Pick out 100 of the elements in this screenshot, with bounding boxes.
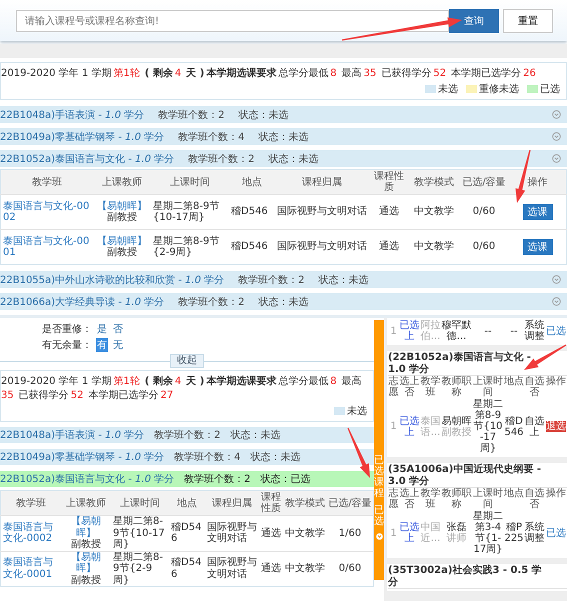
column-header: 课程性质: [259, 490, 283, 516]
course-title: 22B1049a)零基础学钢琴 - 1.0 学分: [0, 130, 164, 144]
teacher-title: 副教授: [71, 574, 101, 586]
collapse-icon[interactable]: [552, 275, 561, 284]
info-text: 35: [1, 390, 14, 401]
collapse-icon[interactable]: [552, 110, 561, 119]
class-count: 教学班个数：2: [184, 472, 250, 486]
course-header[interactable]: 22B1049a)零基础学钢琴 - 1.0 学分 教学班个数：4 状态：未选: [0, 449, 374, 465]
search-button[interactable]: 重置: [503, 9, 553, 33]
table-cell: 国际视野与文明对话: [277, 206, 367, 218]
drop-course-button[interactable]: 退选: [546, 421, 566, 432]
column-header: 自选否: [524, 376, 545, 398]
column-header: 上课时间: [472, 488, 504, 510]
course-status: 状态：未选: [268, 152, 318, 166]
teacher-link[interactable]: 【易朝晖】: [63, 552, 109, 574]
table-cell: 0/60: [472, 241, 496, 252]
table-cell: 0/60: [472, 206, 496, 218]
table-cell: 已选上: [400, 416, 420, 438]
legend-label: 重修未选: [479, 82, 519, 96]
column-header: 地点: [169, 490, 205, 516]
teacher-link[interactable]: 【易朝晖】: [97, 236, 147, 247]
column-header: 教师职称: [441, 376, 472, 398]
table-cell: 1: [390, 421, 397, 432]
column-header: 志愿: [388, 488, 399, 510]
class-count: 教学班个数：4: [178, 130, 244, 144]
table-cell: 星期二第8-9节{10-17周}: [473, 399, 503, 454]
table-cell: 泰国语...: [420, 416, 440, 438]
collapse-icon[interactable]: [552, 154, 561, 163]
teacher-title: 副教授: [71, 539, 101, 550]
table-cell: 通选: [261, 563, 281, 574]
column-header: 已选/容量: [327, 490, 374, 516]
info-text: ( 剩余: [144, 66, 173, 80]
select-course-button[interactable]: 选课: [522, 204, 552, 220]
filter-option[interactable]: 否: [112, 322, 124, 336]
info-text: 35: [364, 68, 376, 79]
selected-link[interactable]: 已选: [546, 528, 566, 538]
selected-link[interactable]: 已选: [546, 326, 566, 336]
filter-option[interactable]: 无: [112, 338, 124, 352]
collapse-icon[interactable]: [552, 297, 561, 306]
column-header: 操作: [545, 488, 567, 501]
column-header: 上课时间: [151, 170, 229, 194]
table-cell: 0/60: [338, 563, 362, 574]
course-header[interactable]: 22B1048a)手语表演 - 1.0 学分 教学班个数：2 状态：未选: [0, 106, 567, 123]
teacher-title: 副教授: [107, 247, 137, 258]
table-cell: 阿拉伯...: [420, 320, 440, 342]
filter-label: 有无余量：: [42, 339, 92, 352]
table-cell: 星期二第8-9节{2-9周}: [113, 552, 163, 586]
info-text: 天 ): [186, 375, 204, 388]
course-header[interactable]: 22B1052a)泰国语言与文化 - 1.0 学分 教学班个数：2 状态：已选: [0, 471, 374, 487]
filter-option[interactable]: 是: [96, 322, 108, 336]
column-header: 地点: [504, 488, 524, 501]
collapse-icon[interactable]: [552, 132, 561, 141]
info-text: 8: [330, 68, 337, 79]
class-name[interactable]: 泰国语言与文化-0002: [3, 522, 59, 545]
table-cell: 通选: [379, 241, 399, 252]
table-cell: 稽D546: [504, 416, 524, 438]
course-header[interactable]: 22B1048a)手语表演 - 1.0 学分 教学班个数：2 状态：未选: [0, 427, 374, 443]
column-header: 教学模式: [409, 170, 459, 194]
course-header[interactable]: 22B1052a)泰国语言与文化 - 1.0 学分 教学班个数：2 状态：未选: [0, 150, 567, 167]
table-cell: 通选: [261, 528, 281, 538]
column-header: 课程归属: [275, 170, 369, 194]
column-header: 教学模式: [283, 490, 327, 516]
search-button[interactable]: 查询: [449, 9, 499, 33]
table-cell: 通选: [379, 206, 399, 218]
table-cell: --: [484, 326, 492, 336]
info-text: 27: [160, 390, 174, 401]
course-title: 22B1055a)中外山水诗歌的比较和欣赏 - 1.0 学分: [0, 274, 224, 286]
course-header[interactable]: 22B1055a)中外山水诗歌的比较和欣赏 - 1.0 学分 教学班个数：2 状态：未选: [0, 271, 567, 288]
course-header[interactable]: 22B1049a)零基础学钢琴 - 1.0 学分 教学班个数：4 状态：未选: [0, 128, 567, 145]
filter-option[interactable]: 有: [96, 338, 108, 352]
select-course-button[interactable]: 选课: [522, 239, 552, 255]
column-header: 教师职称: [441, 488, 472, 510]
column-header: 自选否: [524, 488, 545, 510]
column-header: 操作: [509, 170, 566, 194]
info-text: 本学期选课要求: [206, 374, 276, 388]
column-header: 课程归属: [205, 490, 259, 516]
info-text: 本学期已选学分: [88, 388, 158, 402]
table-cell: 星期二第8-9节{10-17周}: [153, 200, 220, 223]
course-title: 22B1052a)泰国语言与文化 - 1.0 学分: [0, 472, 174, 486]
class-name[interactable]: 泰国语言与文化-0001: [3, 557, 59, 580]
class-name[interactable]: 泰国语言与文化-0002: [3, 200, 91, 224]
course-header[interactable]: 22B1066a)大学经典导读 - 1.0 学分 教学班个数：2 状态：未选: [0, 293, 567, 310]
course-status: 状态：未选: [258, 130, 308, 144]
search-field[interactable]: 请输入课程号或课程名称查询!: [16, 10, 449, 32]
table-cell: 中文教学: [414, 206, 454, 218]
table-cell: 中文教学: [285, 528, 325, 538]
course-status: 状态：未选: [318, 274, 368, 286]
info-text: 第1轮: [113, 67, 140, 80]
teacher-link[interactable]: 【易朝晖】: [97, 200, 147, 212]
column-header: 选上否: [399, 488, 420, 510]
class-count: 教学班个数：4: [174, 450, 240, 464]
collapse-toggle[interactable]: 收起: [170, 354, 204, 368]
teacher-title: 副教授: [107, 212, 137, 223]
column-header: 志愿: [388, 376, 399, 398]
course-title: (35T3002a)社会实践3 - 0.5 学分: [388, 565, 567, 589]
table-cell: 稽D546: [171, 522, 202, 544]
table-cell: 易朝晖: [442, 416, 472, 426]
table-cell: 已选上: [400, 320, 420, 342]
class-name[interactable]: 泰国语言与文化-0001: [3, 236, 91, 258]
teacher-link[interactable]: 【易朝晖】: [63, 516, 109, 539]
